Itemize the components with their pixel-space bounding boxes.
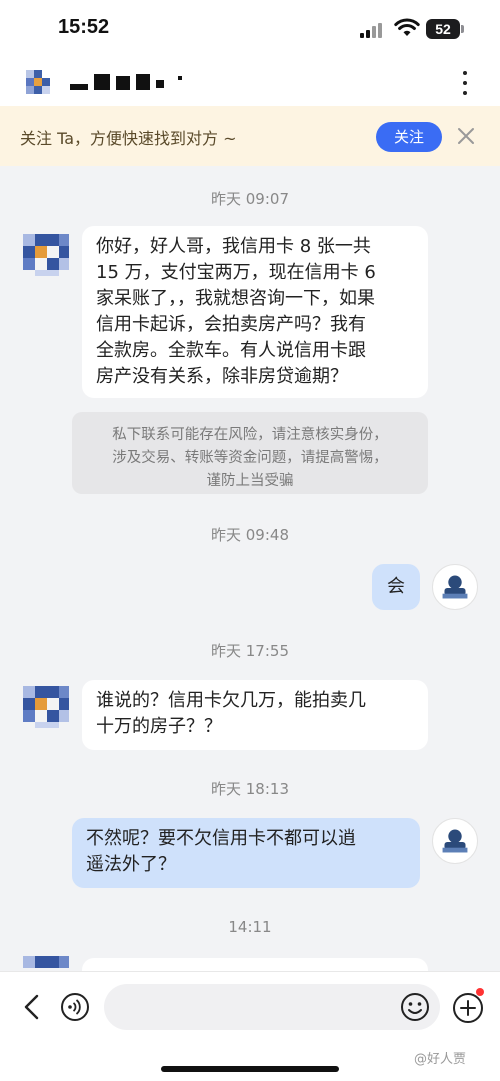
message-line: 会 [387,576,405,597]
voice-input-icon[interactable] [60,992,90,1022]
my-avatar[interactable] [432,564,478,610]
contact-name-redacted [70,74,200,94]
contact-avatar-pixelated[interactable] [23,956,69,971]
message-bubble-outgoing[interactable]: 会 [372,564,420,610]
more-vertical-icon[interactable] [455,68,475,98]
status-time: 15:52 [58,16,110,38]
timestamp: 昨天 09:07 [211,190,289,208]
watermark: @好人贾 [414,1052,467,1067]
timestamp: 昨天 09:48 [211,526,289,544]
warning-line: 私下联系可能存在风险，请注意核实身份， [112,427,388,443]
message-input[interactable] [104,984,440,1030]
input-toolbar: @好人贾 [0,971,500,1081]
message-line: 十万的房子？？ [96,716,222,737]
timestamp: 14:11 [228,918,272,936]
message-line: 不然呢？要不欠信用卡不都可以逍 [86,828,356,849]
timestamp: 昨天 18:13 [211,780,289,798]
back-arrow-icon[interactable] [20,992,44,1022]
message-line: 你好，好人哥，我信用卡 8 张一共 [96,236,371,257]
contact-avatar-pixelated[interactable] [23,234,69,276]
timestamp: 昨天 17:55 [211,642,289,660]
safety-warning-notice: 私下联系可能存在风险，请注意核实身份， 涉及交易、转账等资金问题，请提高警惕， … [72,412,428,494]
message-line: 遥法外了？ [86,854,176,875]
follow-button[interactable]: 关注 [376,122,442,152]
warning-line: 谨防上当受骗 [206,473,294,489]
message-line: 全款房。全款车。有人说信用卡跟 [96,340,366,361]
my-avatar[interactable] [432,818,478,864]
wifi-icon [394,18,420,36]
home-indicator[interactable] [161,1066,339,1072]
chat-message-list[interactable]: 昨天 09:07 你好，好人哥，我信用卡 8 张一共 15 万，支付宝两万，现在… [0,166,500,971]
status-bar: 15:52 52 [0,0,500,60]
message-bubble-incoming[interactable]: 你好，好人哥，我信用卡 8 张一共 15 万，支付宝两万，现在信用卡 6 家呆账… [82,226,428,398]
battery-icon: 52 [426,19,464,39]
message-line: 谁说的？信用卡欠几万，能拍卖几 [96,690,366,711]
warning-line: 涉及交易、转账等资金问题，请提高警惕， [112,450,388,466]
contact-avatar-pixelated[interactable] [22,68,66,96]
cellular-signal-icon [360,22,386,38]
message-line: 信用卡起诉，会拍卖房产吗？我有 [96,314,366,335]
plus-icon[interactable] [452,992,484,1024]
follow-banner-text: 关注 Ta，方便快速找到对方 ~ [20,129,237,148]
notification-dot [476,988,484,996]
emoji-icon[interactable] [400,992,430,1022]
message-line: 房产没有关系，除非房贷逾期？ [96,366,348,387]
close-icon[interactable] [456,126,476,146]
message-line: 15 万，支付宝两万，现在信用卡 6 [96,262,376,283]
chat-header [0,60,500,106]
message-bubble-incoming[interactable]: 谁说的？信用卡欠几万，能拍卖几 十万的房子？？ [82,680,428,750]
message-bubble-incoming-partial[interactable] [82,958,428,971]
message-line: 家呆账了，，我就想咨询一下，如果 [96,288,375,309]
contact-avatar-pixelated[interactable] [23,686,69,728]
message-bubble-outgoing[interactable]: 不然呢？要不欠信用卡不都可以逍 遥法外了？ [72,818,420,888]
